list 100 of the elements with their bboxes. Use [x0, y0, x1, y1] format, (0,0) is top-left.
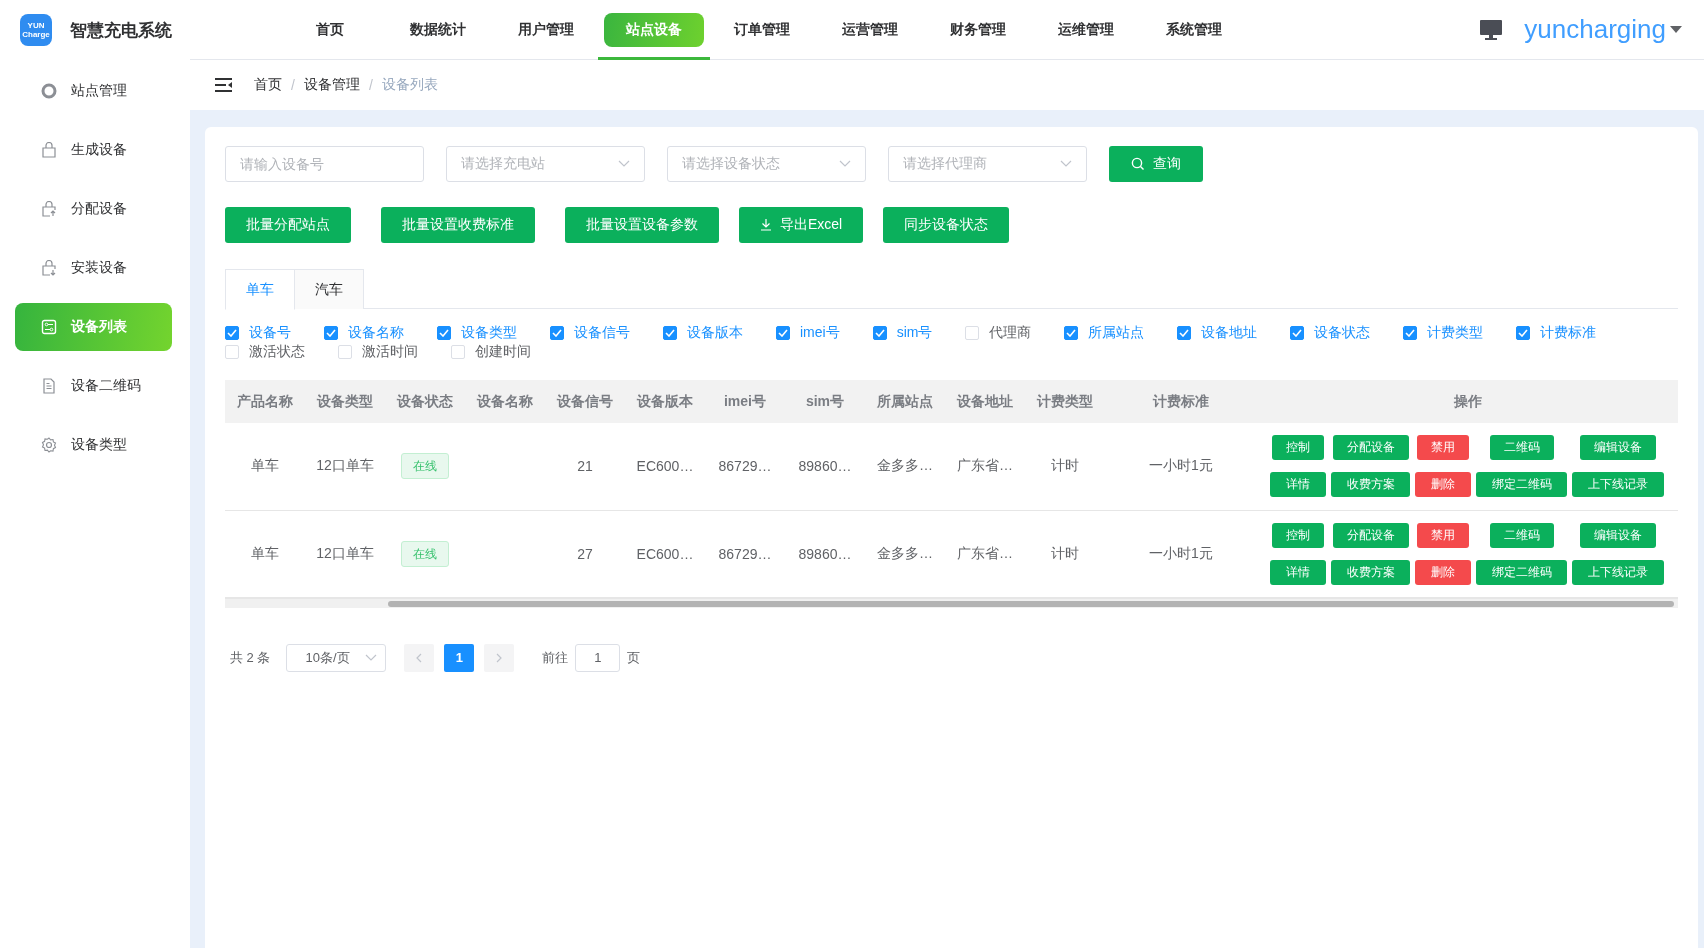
select-field[interactable]: 请选择充电站: [446, 146, 645, 182]
checkbox[interactable]: [1290, 325, 1305, 340]
column-checkbox[interactable]: 设备状态: [1290, 323, 1371, 342]
row-action-button[interactable]: 禁用: [1417, 435, 1469, 461]
horizontal-scrollbar[interactable]: [225, 597, 1678, 608]
column-header: 操作: [1453, 392, 1482, 409]
row-action-button[interactable]: 编辑设备: [1580, 435, 1656, 461]
row-action-button[interactable]: 绑定二维码: [1476, 472, 1567, 498]
page-size-select[interactable]: 10条/页: [286, 643, 387, 672]
column-header: 计费类型: [1037, 392, 1093, 409]
select-field[interactable]: 请选择设备状态: [667, 146, 866, 182]
row-action-button[interactable]: 分配设备: [1332, 522, 1409, 548]
status-tag: 在线: [401, 453, 449, 480]
app-title: 智慧充电系统: [70, 19, 172, 42]
table-cell: 单车: [251, 544, 279, 561]
nav-tab[interactable]: 数据统计: [388, 12, 488, 47]
page-button[interactable]: 1: [444, 643, 475, 672]
column-checkbox[interactable]: 计费标准: [1516, 323, 1597, 342]
page-input[interactable]: 1: [575, 643, 621, 672]
action-button[interactable]: 批量分配站点: [225, 207, 351, 243]
column-checkbox[interactable]: 所属站点: [1064, 323, 1145, 342]
row-action-button[interactable]: 分配设备: [1332, 435, 1409, 461]
nav-tab[interactable]: 运营管理: [820, 12, 920, 47]
row-action-button[interactable]: 二维码: [1489, 522, 1554, 548]
checkbox[interactable]: [1403, 325, 1418, 340]
column-checkbox[interactable]: 设备地址: [1177, 323, 1258, 342]
row-action-button[interactable]: 控制: [1272, 435, 1324, 461]
row-action-button[interactable]: 删除: [1415, 559, 1471, 585]
column-checkbox[interactable]: 激活时间: [338, 342, 418, 361]
breadcrumb-link[interactable]: 首页: [254, 76, 282, 94]
checkbox[interactable]: [225, 325, 239, 340]
breadcrumb-link[interactable]: 设备管理: [303, 76, 360, 94]
table-cell: EC600…: [636, 545, 694, 562]
row-action-button[interactable]: 收费方案: [1331, 472, 1410, 498]
action-button[interactable]: 批量设置设备参数: [565, 207, 719, 243]
checkbox[interactable]: [1516, 325, 1531, 340]
column-checkbox[interactable]: sim号: [872, 323, 933, 342]
sidebar-item[interactable]: 生成设备: [15, 126, 172, 174]
column-checkbox[interactable]: 激活状态: [225, 342, 305, 361]
column-checkbox[interactable]: 创建时间: [451, 342, 531, 361]
table-cell: 广东省…: [957, 544, 1013, 561]
table-cell: 一小时1元: [1149, 457, 1213, 474]
row-action-button[interactable]: 上下线记录: [1572, 472, 1664, 498]
menu-icon[interactable]: [215, 78, 232, 92]
nav-tab[interactable]: 财务管理: [928, 12, 1028, 47]
row-action-button[interactable]: 二维码: [1489, 435, 1554, 461]
nav-tab[interactable]: 订单管理: [712, 12, 812, 47]
nav-tab[interactable]: 系统管理: [1144, 12, 1244, 47]
checkbox[interactable]: [437, 325, 451, 340]
row-action-button[interactable]: 控制: [1272, 522, 1324, 548]
tab[interactable]: 单车: [225, 269, 295, 310]
monitor-icon[interactable]: [1480, 19, 1503, 40]
table-cell: 计时: [1051, 457, 1079, 474]
column-checkbox[interactable]: 设备号: [225, 323, 291, 342]
user-menu[interactable]: yuncharging: [1524, 14, 1682, 45]
action-button[interactable]: 批量设置收费标准: [381, 207, 535, 243]
row-action-button[interactable]: 上下线记录: [1572, 559, 1664, 585]
table-cell: 金多多…: [877, 544, 933, 561]
action-button[interactable]: 导出Excel: [739, 207, 864, 243]
checkbox[interactable]: [1064, 325, 1079, 340]
row-action-button[interactable]: 详情: [1270, 559, 1326, 585]
checkbox[interactable]: [872, 325, 887, 340]
checkbox[interactable]: [663, 325, 677, 340]
table-cell: 86729…: [718, 545, 772, 562]
row-action-button[interactable]: 编辑设备: [1580, 522, 1656, 548]
total-count: 共 2 条: [230, 648, 271, 667]
chevron-down-icon: [1060, 160, 1072, 168]
tab[interactable]: 汽车: [294, 269, 364, 309]
breadcrumb-separator: /: [291, 77, 295, 93]
column-checkbox[interactable]: 计费类型: [1403, 323, 1484, 342]
column-checkbox[interactable]: 设备名称: [324, 323, 404, 342]
device-number-field[interactable]: 请输入设备号: [225, 146, 424, 182]
column-checkbox[interactable]: 设备信号: [550, 323, 630, 342]
nav-tab[interactable]: 首页: [294, 12, 366, 47]
nav-tab[interactable]: 站点设备: [604, 12, 704, 47]
column-checkbox[interactable]: imei号: [776, 323, 840, 342]
select-field[interactable]: 请选择代理商: [888, 146, 1087, 182]
row-action-button[interactable]: 禁用: [1417, 522, 1469, 548]
row-action-button[interactable]: 绑定二维码: [1476, 559, 1567, 585]
sidebar-item[interactable]: 安装设备: [15, 244, 172, 292]
sidebar-item[interactable]: 设备二维码: [15, 362, 172, 410]
action-button[interactable]: 同步设备状态: [883, 207, 1010, 243]
sidebar-item[interactable]: 站点管理: [15, 67, 172, 115]
column-checkbox[interactable]: 设备版本: [663, 323, 743, 342]
row-action-button[interactable]: 收费方案: [1331, 559, 1410, 585]
nav-tab[interactable]: 用户管理: [496, 12, 596, 47]
breadcrumb-current: 设备列表: [381, 76, 438, 94]
checkbox[interactable]: [1177, 325, 1192, 340]
row-action-button[interactable]: 详情: [1270, 472, 1326, 498]
checkbox[interactable]: [776, 325, 790, 340]
column-checkbox[interactable]: 代理商: [965, 323, 1032, 342]
sidebar-item[interactable]: 分配设备: [15, 185, 172, 233]
nav-tab[interactable]: 运维管理: [1036, 12, 1136, 47]
checkbox[interactable]: [324, 325, 338, 340]
row-action-button[interactable]: 删除: [1415, 472, 1471, 498]
search-button[interactable]: 查询: [1109, 146, 1203, 182]
column-checkbox[interactable]: 设备类型: [437, 323, 517, 342]
checkbox[interactable]: [550, 325, 564, 340]
sidebar-item[interactable]: 设备类型: [15, 421, 172, 469]
sidebar-item[interactable]: 设备列表: [15, 303, 172, 351]
